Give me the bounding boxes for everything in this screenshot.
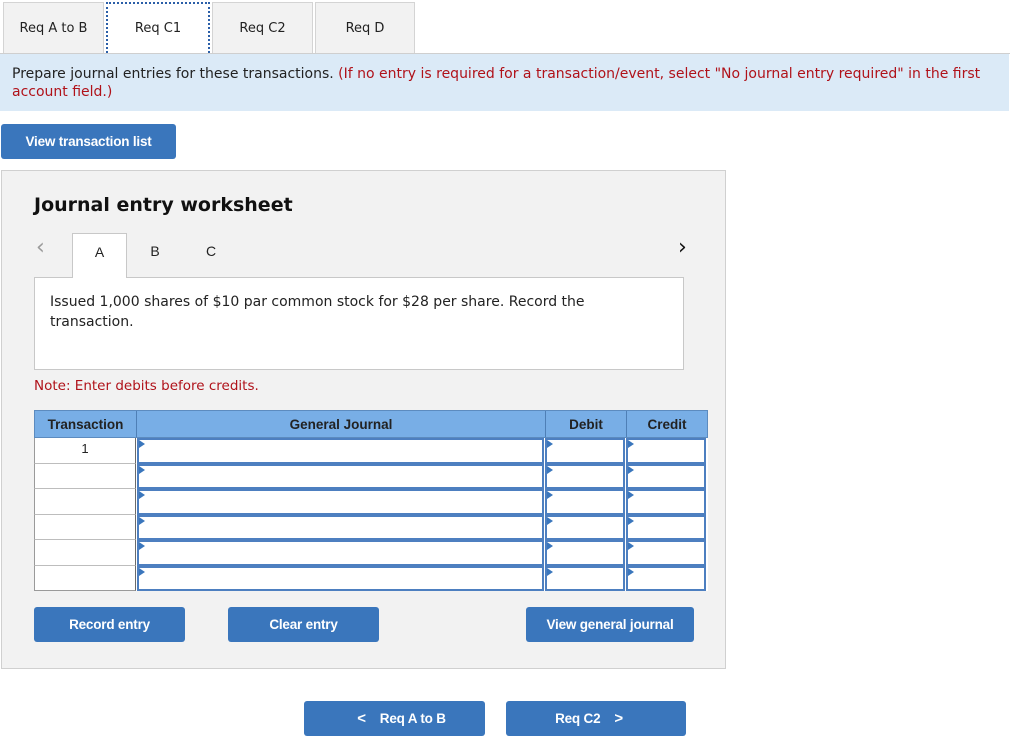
transaction-tab-a[interactable]: A [72,233,127,278]
debit-input[interactable] [545,463,625,489]
journal-table-header: Transaction General Journal Debit Credit [34,410,708,438]
instruction-banner: Prepare journal entries for these transa… [0,54,1009,111]
credit-input[interactable] [626,540,706,566]
account-select[interactable] [137,489,544,515]
tab-req-d[interactable]: Req D [315,2,415,53]
tab-req-a-to-b[interactable]: Req A to B [3,2,104,53]
journal-entry-worksheet: Journal entry worksheet ‹ › A B C Issued… [1,170,726,669]
journal-row [34,565,708,591]
journal-table: Transaction General Journal Debit Credit… [34,410,708,591]
next-requirement-label: Req C2 [555,711,601,726]
requirement-tabs: Req A to B Req C1 Req C2 Req D [3,2,417,53]
account-select[interactable] [137,514,544,540]
debit-input[interactable] [545,438,625,464]
credit-input[interactable] [626,565,706,591]
transaction-number-cell [34,514,136,540]
prev-requirement-button[interactable]: < Req A to B [304,701,485,736]
view-transaction-list-button[interactable]: View transaction list [1,124,176,159]
transaction-tabs: A B C [72,233,239,278]
account-select[interactable] [137,565,544,591]
tab-req-c2[interactable]: Req C2 [212,2,313,53]
tab-req-c1[interactable]: Req C1 [106,2,210,53]
debit-input[interactable] [545,514,625,540]
debit-input[interactable] [545,489,625,515]
record-entry-button[interactable]: Record entry [34,607,185,642]
transaction-tab-c[interactable]: C [183,233,239,277]
header-debit: Debit [546,411,627,437]
transaction-number-cell [34,489,136,515]
credit-input[interactable] [626,463,706,489]
journal-row [34,514,708,540]
credit-input[interactable] [626,514,706,540]
header-general-journal: General Journal [137,411,546,437]
debit-input[interactable] [545,565,625,591]
prev-requirement-label: Req A to B [379,711,446,726]
journal-table-body: 1 [34,438,708,591]
credit-input[interactable] [626,438,706,464]
credit-input[interactable] [626,489,706,515]
view-general-journal-button[interactable]: View general journal [526,607,694,642]
transaction-number-cell [34,540,136,566]
header-credit: Credit [647,416,687,432]
debit-input[interactable] [545,540,625,566]
account-select[interactable] [137,463,544,489]
chevron-right-icon[interactable]: › [678,237,687,259]
clear-entry-button[interactable]: Clear entry [228,607,379,642]
journal-row: 1 [34,438,708,464]
instruction-text: Prepare journal entries for these transa… [12,66,339,82]
account-select[interactable] [137,540,544,566]
chevron-left-icon[interactable]: ‹ [36,237,45,259]
chevron-left-icon: < [357,710,366,727]
journal-row [34,463,708,489]
transaction-number-cell [34,565,136,591]
journal-row [34,489,708,515]
chevron-right-icon: > [614,710,623,727]
worksheet-title: Journal entry worksheet [34,194,293,216]
transaction-tab-b[interactable]: B [127,233,183,277]
debit-credit-note: Note: Enter debits before credits. [34,378,259,394]
account-select[interactable] [137,438,544,464]
next-requirement-button[interactable]: Req C2 > [506,701,686,736]
transaction-description: Issued 1,000 shares of $10 par common st… [34,277,684,370]
journal-row [34,540,708,566]
transaction-number-cell: 1 [34,438,136,464]
transaction-number-cell [34,463,136,489]
header-transaction: Transaction [35,411,137,437]
